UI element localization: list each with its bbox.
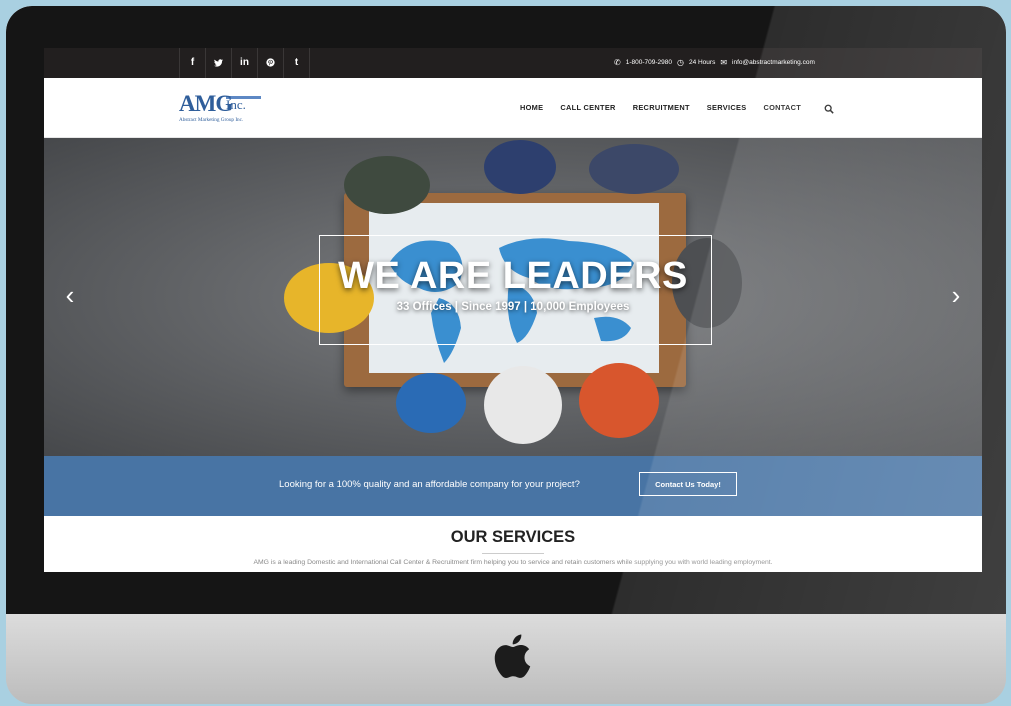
top-bar: f in t ✆ 1-800-709-2980 ◷ 24 Hours ✉ inf… — [44, 48, 982, 78]
hours-text: 24 Hours — [688, 59, 716, 66]
facebook-icon[interactable]: f — [179, 48, 206, 78]
pinterest-icon[interactable] — [258, 48, 284, 78]
contact-info: ✆ 1-800-709-2980 ◷ 24 Hours ✉ info@abstr… — [614, 48, 815, 78]
main-navbar: AMG Inc. Abstract Marketing Group Inc. H… — [44, 78, 982, 138]
person-bottom-left — [396, 373, 466, 433]
hero-slider: WE ARE LEADERS 33 Offices | Since 1997 |… — [44, 138, 982, 456]
nav-item-call-center[interactable]: CALL CENTER — [560, 103, 615, 112]
logo-mark: AMG — [179, 91, 233, 116]
person-bottom-right — [579, 363, 659, 438]
person-bottom-middle — [484, 366, 562, 444]
cta-text: Looking for a 100% quality and an afford… — [279, 479, 580, 490]
hero-title: WE ARE LEADERS — [338, 255, 688, 297]
services-title: OUR SERVICES — [450, 528, 576, 546]
person-top-middle — [484, 140, 556, 194]
nav-item-recruitment[interactable]: RECRUITMENT — [633, 103, 690, 112]
slider-next-arrow[interactable]: › — [946, 282, 966, 308]
contact-us-button[interactable]: Contact Us Today! — [639, 472, 737, 496]
person-top-left — [344, 156, 430, 214]
nav-menu: HOME CALL CENTER RECRUITMENT SERVICES CO… — [520, 103, 801, 112]
cta-banner: Looking for a 100% quality and an afford… — [44, 456, 982, 516]
clock-icon: ◷ — [676, 58, 684, 67]
logo-inc: Inc. — [226, 97, 246, 112]
slider-prev-arrow[interactable]: ‹ — [60, 282, 80, 308]
tumblr-icon[interactable]: t — [284, 48, 310, 78]
person-top-right — [589, 144, 679, 194]
apple-logo-icon — [494, 634, 531, 679]
services-divider — [482, 553, 544, 554]
nav-item-contact[interactable]: CONTACT — [763, 103, 801, 112]
services-description: AMG is a leading Domestic and Internatio… — [253, 559, 773, 566]
linkedin-icon[interactable]: in — [232, 48, 258, 78]
services-section: OUR SERVICES AMG is a leading Domestic a… — [44, 516, 982, 572]
hero-subtitle: 33 Offices | Since 1997 | 10,000 Employe… — [396, 301, 630, 313]
phone-icon: ✆ — [614, 58, 621, 67]
nav-item-home[interactable]: HOME — [520, 103, 543, 112]
email-address[interactable]: info@abstractmarketing.com — [732, 48, 815, 78]
social-links: f in t — [179, 48, 310, 78]
logo-tagline: Abstract Marketing Group Inc. — [179, 117, 244, 123]
amg-logo[interactable]: AMG Inc. Abstract Marketing Group Inc. — [176, 91, 266, 125]
nav-item-services[interactable]: SERVICES — [707, 103, 747, 112]
website-screen: f in t ✆ 1-800-709-2980 ◷ 24 Hours ✉ inf… — [44, 48, 982, 572]
email-icon: ✉ — [720, 58, 728, 67]
twitter-icon[interactable] — [206, 48, 232, 78]
imac-monitor: f in t ✆ 1-800-709-2980 ◷ 24 Hours ✉ inf… — [6, 6, 1006, 704]
search-icon[interactable] — [824, 104, 834, 114]
phone-number[interactable]: 1-800-709-2980 — [626, 48, 672, 78]
